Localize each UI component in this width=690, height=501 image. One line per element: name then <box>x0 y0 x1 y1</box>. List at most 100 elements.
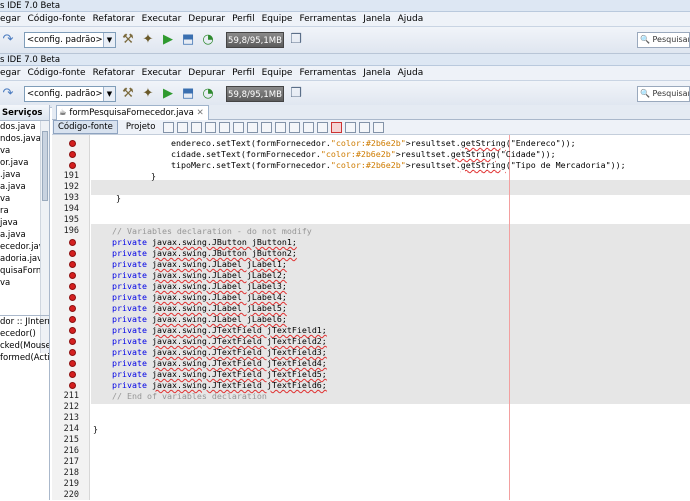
navigator-item[interactable]: formed(ActionE <box>0 352 49 364</box>
search-input[interactable]: 🔍 Pesquisar <box>637 32 690 48</box>
error-icon[interactable] <box>69 338 76 345</box>
redo-icon[interactable]: ↷ <box>0 86 16 102</box>
hammer-icon[interactable]: ⚒ <box>120 32 136 48</box>
code-line[interactable]: private javax.swing.JTextField jTextFiel… <box>112 369 327 380</box>
code-line[interactable]: private javax.swing.JLabel jLabel3; <box>112 281 287 292</box>
panel-tab-services[interactable]: Serviços <box>0 105 49 121</box>
code-line[interactable]: private javax.swing.JLabel jLabel2; <box>112 270 287 281</box>
menu-item[interactable]: Código-fonte <box>27 68 85 78</box>
menu-item[interactable]: Refatorar <box>93 68 135 78</box>
comment-icon[interactable] <box>359 121 371 133</box>
find-icon[interactable] <box>205 121 217 133</box>
redo-icon[interactable]: ↷ <box>0 32 16 48</box>
memory-indicator[interactable]: 59,8/95,1MB <box>226 86 284 102</box>
error-icon[interactable] <box>69 294 76 301</box>
profile-icon[interactable]: ◔ <box>200 32 216 48</box>
code-line[interactable]: private javax.swing.JLabel jLabel1; <box>112 259 287 270</box>
error-icon[interactable] <box>69 239 76 246</box>
code-line[interactable]: private javax.swing.JLabel jLabel6; <box>112 314 287 325</box>
menu-item[interactable]: Refatorar <box>93 14 135 24</box>
code-line[interactable]: private javax.swing.JTextField jTextFiel… <box>112 380 327 391</box>
uncomment-icon[interactable] <box>373 121 385 133</box>
debug-icon[interactable]: ⬒ <box>180 32 196 48</box>
code-line[interactable]: private javax.swing.JLabel jLabel4; <box>112 292 287 303</box>
error-icon[interactable] <box>69 360 76 367</box>
navigator-item[interactable]: dor :: JInternalF <box>0 316 49 328</box>
code-line[interactable]: tipoMerc.setText(formFornecedor."color:#… <box>171 160 626 171</box>
menu-item[interactable]: Executar <box>142 68 182 78</box>
config-combo[interactable]: <config. padrão> ▼ <box>24 86 116 102</box>
find-prev-icon[interactable] <box>219 121 231 133</box>
error-icon[interactable] <box>69 162 76 169</box>
menu-item[interactable]: Ajuda <box>398 14 424 24</box>
code-line[interactable]: private javax.swing.JTextField jTextFiel… <box>112 347 327 358</box>
find-next-icon[interactable] <box>233 121 245 133</box>
code-line[interactable]: } <box>93 424 98 435</box>
menu-item[interactable]: Depurar <box>188 68 225 78</box>
navigator-item[interactable]: cked(MouseEven <box>0 340 49 352</box>
navigator-item[interactable]: ecedor() <box>0 328 49 340</box>
record-macro-icon[interactable] <box>331 121 343 133</box>
error-icon[interactable] <box>69 349 76 356</box>
error-icon[interactable] <box>69 382 76 389</box>
clean-build-icon[interactable]: ✦ <box>140 86 156 102</box>
menu-item[interactable]: Ajuda <box>398 68 424 78</box>
code-line[interactable]: } <box>116 193 121 204</box>
shift-left-icon[interactable] <box>303 121 315 133</box>
code-line[interactable]: // End of variables declaration <box>112 391 267 402</box>
toggle-highlight-icon[interactable] <box>247 121 259 133</box>
clean-build-icon[interactable]: ✦ <box>140 32 156 48</box>
code-line[interactable]: private javax.swing.JTextField jTextFiel… <box>112 336 327 347</box>
hammer-icon[interactable]: ⚒ <box>120 86 136 102</box>
bookmark-next-icon[interactable] <box>275 121 287 133</box>
debug-icon[interactable]: ⬒ <box>180 86 196 102</box>
run-icon[interactable]: ▶ <box>160 32 176 48</box>
code-line[interactable]: // Variables declaration - do not modify <box>112 226 312 237</box>
bookmark-toggle-icon[interactable] <box>289 121 301 133</box>
gc-icon[interactable]: ❒ <box>288 86 304 102</box>
history-icon[interactable] <box>163 121 175 133</box>
tab-formPesquisaFornecedor[interactable]: ☕ formPesquisaFornecedor.java ✕ <box>56 105 209 120</box>
design-button[interactable]: Projeto <box>121 120 161 134</box>
menu-item[interactable]: Perfil <box>232 14 255 24</box>
error-icon[interactable] <box>69 261 76 268</box>
menu-item[interactable]: egar <box>0 68 20 78</box>
error-icon[interactable] <box>69 316 76 323</box>
error-icon[interactable] <box>69 283 76 290</box>
stop-macro-icon[interactable] <box>345 121 357 133</box>
code-line[interactable]: private javax.swing.JButton jButton1; <box>112 237 297 248</box>
code-line[interactable]: cidade.setText(formFornecedor."color:#2b… <box>171 149 556 160</box>
error-icon[interactable] <box>69 371 76 378</box>
menu-item[interactable]: Depurar <box>188 14 225 24</box>
code-editor[interactable]: endereco.setText(formFornecedor."color:#… <box>91 135 690 500</box>
shift-right-icon[interactable] <box>317 121 329 133</box>
forward-icon[interactable] <box>191 121 203 133</box>
code-line[interactable]: private javax.swing.JTextField jTextFiel… <box>112 358 327 369</box>
menu-item[interactable]: Janela <box>363 14 390 24</box>
code-line[interactable]: endereco.setText(formFornecedor."color:#… <box>171 138 576 149</box>
memory-indicator[interactable]: 59,8/95,1MB <box>226 32 284 48</box>
error-icon[interactable] <box>69 327 76 334</box>
menu-item[interactable]: egar <box>0 14 20 24</box>
gc-icon[interactable]: ❒ <box>288 32 304 48</box>
menu-item[interactable]: Ferramentas <box>299 68 356 78</box>
profile-icon[interactable]: ◔ <box>200 86 216 102</box>
source-button[interactable]: Código-fonte <box>53 120 118 134</box>
error-icon[interactable] <box>69 250 76 257</box>
error-icon[interactable] <box>69 305 76 312</box>
error-icon[interactable] <box>69 151 76 158</box>
menu-item[interactable]: Equipe <box>262 14 293 24</box>
menu-item[interactable]: Código-fonte <box>27 14 85 24</box>
back-icon[interactable] <box>177 121 189 133</box>
menu-item[interactable]: Executar <box>142 14 182 24</box>
menu-item[interactable]: Ferramentas <box>299 14 356 24</box>
scrollbar-thumb[interactable] <box>42 131 48 201</box>
config-combo[interactable]: <config. padrão> ▼ <box>24 32 116 48</box>
search-input[interactable]: 🔍 Pesquisar <box>637 86 690 102</box>
error-icon[interactable] <box>69 272 76 279</box>
bookmark-prev-icon[interactable] <box>261 121 273 133</box>
code-line[interactable]: private javax.swing.JTextField jTextFiel… <box>112 325 327 336</box>
menu-item[interactable]: Equipe <box>262 68 293 78</box>
run-icon[interactable]: ▶ <box>160 86 176 102</box>
code-line[interactable]: private javax.swing.JLabel jLabel5; <box>112 303 287 314</box>
